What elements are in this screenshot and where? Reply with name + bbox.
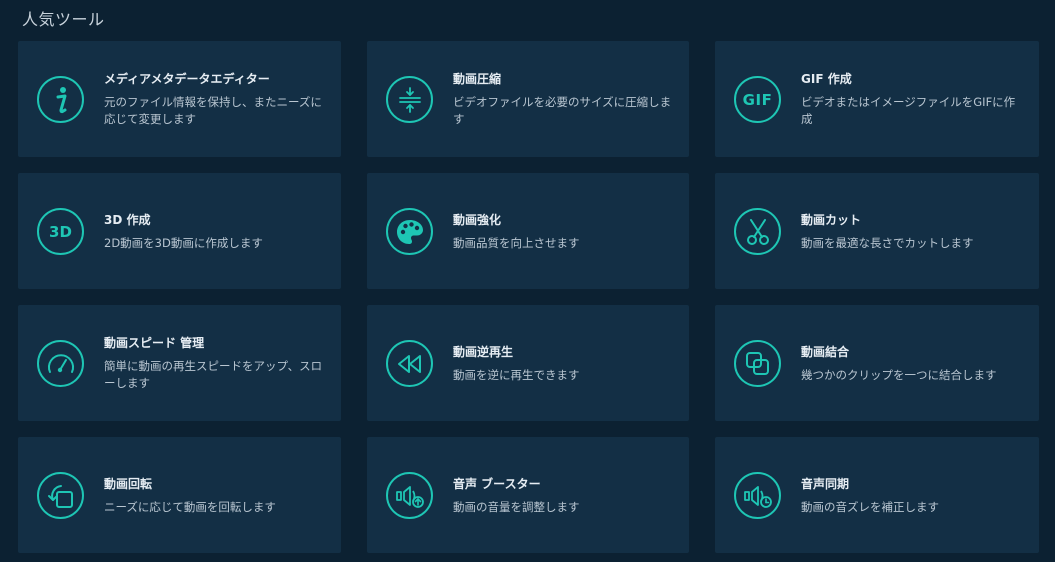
gif-icon: GIF	[734, 76, 781, 123]
tool-title: 動画圧縮	[453, 72, 502, 86]
scissors-icon	[734, 208, 781, 255]
3d-icon: 3D	[37, 208, 84, 255]
tool-card-metadata-editor[interactable]: メディアメタデータエディター 元のファイル情報を保持し、またニーズに応じて変更し…	[18, 41, 341, 157]
tool-card-audio-sync[interactable]: 音声同期 動画の音ズレを補正します	[715, 437, 1039, 553]
tool-title: 音声同期	[801, 476, 850, 491]
tool-title: 動画回転	[104, 476, 153, 491]
audio-sync-icon	[734, 472, 781, 519]
merge-icon	[734, 340, 781, 387]
tool-description: 簡単に動画の再生スピードをアップ、スローします	[104, 359, 323, 390]
tool-title: 動画強化	[453, 212, 502, 227]
tool-description: 幾つかのクリップを一つに結合します	[801, 367, 997, 382]
tool-description: 2D動画を3D動画に作成します	[104, 235, 263, 250]
tool-card-volume-booster[interactable]: 音声 ブースター 動画の音量を調整します	[367, 437, 689, 553]
rewind-icon	[386, 340, 433, 387]
tools-grid: メディアメタデータエディター 元のファイル情報を保持し、またニーズに応じて変更し…	[18, 41, 1039, 553]
tool-card-gif-maker[interactable]: GIF GIF 作成 ビデオまたはイメージファイルをGIFに作成	[715, 41, 1039, 157]
volume-boost-icon	[386, 472, 433, 519]
tool-card-video-enhancer[interactable]: 動画強化 動画品質を向上させます	[367, 173, 689, 289]
tool-description: 元のファイル情報を保持し、またニーズに応じて変更します	[104, 95, 322, 126]
tool-card-video-reverser[interactable]: 動画逆再生 動画を逆に再生できます	[367, 305, 689, 421]
tool-card-3d-maker[interactable]: 3D 3D 作成 2D動画を3D動画に作成します	[18, 173, 341, 289]
tool-description: 動画品質を向上させます	[453, 235, 580, 250]
tool-description: ニーズに応じて動画を回転します	[104, 499, 276, 514]
tool-card-video-merger[interactable]: 動画結合 幾つかのクリップを一つに結合します	[715, 305, 1039, 421]
tool-description: 動画の音ズレを補正します	[801, 499, 939, 514]
tool-description: ビデオまたはイメージファイルをGIFに作成	[801, 95, 1016, 126]
tool-title: GIF 作成	[801, 72, 852, 86]
tool-title: メディアメタデータエディター	[104, 72, 270, 86]
tool-title: 動画逆再生	[453, 344, 514, 359]
tool-card-video-trimmer[interactable]: 動画カット 動画を最適な長さでカットします	[715, 173, 1039, 289]
tool-title: 音声 ブースター	[453, 476, 541, 491]
tool-card-video-compressor[interactable]: 動画圧縮 ビデオファイルを必要のサイズに圧縮します	[367, 41, 689, 157]
tool-description: 動画を最適な長さでカットします	[801, 235, 974, 250]
tool-title: 動画スピード 管理	[104, 336, 205, 350]
speedometer-icon	[37, 340, 84, 387]
rotate-icon	[37, 472, 84, 519]
tool-description: 動画を逆に再生できます	[453, 367, 580, 382]
tool-description: 動画の音量を調整します	[453, 499, 580, 514]
palette-icon	[386, 208, 433, 255]
tool-description: ビデオファイルを必要のサイズに圧縮します	[453, 95, 672, 126]
tool-title: 動画結合	[801, 344, 850, 359]
tool-title: 動画カット	[801, 212, 862, 227]
compress-icon	[386, 76, 433, 123]
tool-card-speed-controller[interactable]: 動画スピード 管理 簡単に動画の再生スピードをアップ、スローします	[18, 305, 341, 421]
section-title: 人気ツール	[22, 10, 105, 29]
tool-card-video-rotator[interactable]: 動画回転 ニーズに応じて動画を回転します	[18, 437, 341, 553]
tool-title: 3D 作成	[104, 212, 151, 227]
info-icon	[37, 76, 84, 123]
